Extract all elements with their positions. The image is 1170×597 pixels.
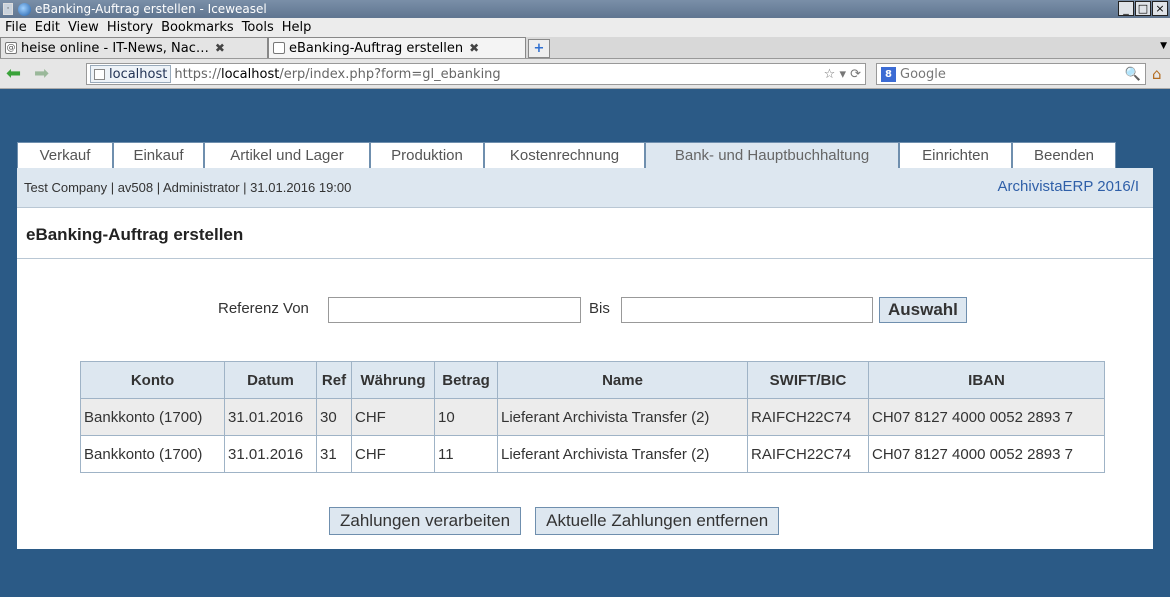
heise-favicon-icon: @: [5, 42, 17, 54]
column-header-swift-bic: SWIFT/BIC: [747, 361, 869, 399]
column-header-datum: Datum: [224, 361, 317, 399]
menu-edit[interactable]: Edit: [35, 20, 60, 35]
menu-bar: File Edit View History Bookmarks Tools H…: [0, 18, 1170, 37]
session-info: Test Company | av508 | Administrator | 3…: [24, 180, 352, 195]
site-identity-icon: [94, 68, 105, 80]
tab-bank-und-hauptbuchhaltung[interactable]: Bank- und Hauptbuchhaltung: [645, 142, 899, 168]
remove-payments-button[interactable]: Aktuelle Zahlungen entfernen: [535, 507, 780, 535]
cell-waehrung: CHF: [351, 435, 435, 473]
site-name: localhost: [109, 66, 168, 82]
menu-file[interactable]: File: [5, 20, 27, 35]
table-row[interactable]: Bankkonto (1700) 31.01.2016 30 CHF 10 Li…: [80, 398, 1105, 436]
menu-bookmarks[interactable]: Bookmarks: [161, 20, 234, 35]
cell-iban: CH07 8127 4000 0052 2893 7: [868, 398, 1105, 436]
cell-konto: Bankkonto (1700): [80, 435, 225, 473]
bookmark-star-icon[interactable]: ☆ ▾ ⟳: [824, 67, 861, 82]
cell-waehrung: CHF: [351, 398, 435, 436]
cell-name: Lieferant Archivista Transfer (2): [497, 435, 748, 473]
window-controls: _ □ ×: [1117, 1, 1168, 16]
forward-arrow-icon[interactable]: ➡: [34, 64, 56, 83]
column-header-waehrung: Währung: [351, 361, 435, 399]
maximize-button[interactable]: □: [1135, 1, 1151, 16]
new-tab-button[interactable]: +: [528, 39, 550, 58]
cell-konto: Bankkonto (1700): [80, 398, 225, 436]
reference-from-input[interactable]: [328, 297, 581, 323]
action-buttons: Zahlungen verarbeiten Aktuelle Zahlungen…: [329, 507, 793, 535]
payments-table: Konto Datum Ref Währung Betrag Name SWIF…: [80, 361, 1105, 473]
reference-filter: Referenz Von Bis Auswahl: [0, 297, 1170, 323]
site-identity-button[interactable]: localhost: [90, 65, 172, 83]
title-divider: [17, 258, 1153, 259]
menu-tools[interactable]: Tools: [242, 20, 274, 35]
cell-swift-bic: RAIFCH22C74: [747, 398, 869, 436]
url-text: https://localhost/erp/index.php?form=gl_…: [174, 67, 500, 82]
page-favicon-icon: [273, 42, 285, 54]
tab-einkauf[interactable]: Einkauf: [113, 142, 204, 168]
cell-betrag: 10: [434, 398, 498, 436]
back-arrow-icon[interactable]: ⬅: [6, 64, 28, 83]
window-titlebar: · eBanking-Auftrag erstellen - Iceweasel…: [0, 0, 1170, 18]
close-button[interactable]: ×: [1152, 1, 1168, 16]
tab-verkauf[interactable]: Verkauf: [17, 142, 113, 168]
browser-tab-heise[interactable]: @ heise online - IT-News, Nac… ✖: [0, 37, 268, 58]
process-payments-button[interactable]: Zahlungen verarbeiten: [329, 507, 522, 535]
app-nav-tabs: Verkauf Einkauf Artikel und Lager Produk…: [17, 142, 1116, 168]
tab-close-icon[interactable]: ✖: [469, 41, 479, 55]
table-header-row: Konto Datum Ref Währung Betrag Name SWIF…: [80, 361, 1105, 399]
cell-ref: 31: [316, 435, 352, 473]
reference-from-label: Referenz Von: [218, 300, 309, 317]
tab-produktion[interactable]: Produktion: [370, 142, 484, 168]
minimize-button[interactable]: _: [1118, 1, 1134, 16]
iceweasel-icon: [18, 2, 31, 16]
reference-to-input[interactable]: [621, 297, 873, 323]
tab-kostenrechnung[interactable]: Kostenrechnung: [484, 142, 645, 168]
home-icon[interactable]: ⌂: [1152, 65, 1162, 83]
cell-datum: 31.01.2016: [224, 398, 317, 436]
url-path: /erp/index.php?form=gl_ebanking: [279, 66, 501, 82]
menu-view[interactable]: View: [68, 20, 99, 35]
url-prefix: https://: [174, 66, 221, 82]
browser-tab-strip: @ heise online - IT-News, Nac… ✖ eBankin…: [0, 37, 1170, 59]
window-title: eBanking-Auftrag erstellen - Iceweasel: [35, 2, 267, 16]
navigation-bar: ⬅ ➡ localhost https://localhost/erp/inde…: [0, 59, 1170, 89]
cell-iban: CH07 8127 4000 0052 2893 7: [868, 435, 1105, 473]
column-header-betrag: Betrag: [434, 361, 498, 399]
product-version-link[interactable]: ArchivistaERP 2016/I: [998, 178, 1139, 195]
menu-help[interactable]: Help: [282, 20, 312, 35]
browser-tab-ebanking[interactable]: eBanking-Auftrag erstellen ✖: [268, 37, 526, 58]
search-placeholder: Google: [900, 66, 946, 82]
column-header-ref: Ref: [316, 361, 352, 399]
column-header-name: Name: [497, 361, 748, 399]
column-header-iban: IBAN: [868, 361, 1105, 399]
cell-swift-bic: RAIFCH22C74: [747, 435, 869, 473]
cell-datum: 31.01.2016: [224, 435, 317, 473]
session-info-bar: Test Company | av508 | Administrator | 3…: [17, 168, 1153, 208]
cell-betrag: 11: [434, 435, 498, 473]
reference-to-label: Bis: [589, 300, 610, 317]
cell-ref: 30: [316, 398, 352, 436]
search-icon[interactable]: 🔍: [1125, 67, 1141, 82]
address-bar[interactable]: localhost https://localhost/erp/index.ph…: [86, 63, 866, 85]
table-row[interactable]: Bankkonto (1700) 31.01.2016 31 CHF 11 Li…: [80, 435, 1105, 473]
tab-list-chevron-icon[interactable]: ▼: [1160, 41, 1167, 51]
select-button[interactable]: Auswahl: [879, 297, 967, 323]
column-header-konto: Konto: [80, 361, 225, 399]
window-menu-button[interactable]: ·: [3, 3, 13, 15]
search-engine-icon[interactable]: 8: [881, 66, 896, 82]
tab-beenden[interactable]: Beenden: [1012, 142, 1116, 168]
cell-name: Lieferant Archivista Transfer (2): [497, 398, 748, 436]
tab-einrichten[interactable]: Einrichten: [899, 142, 1012, 168]
url-host: localhost: [220, 66, 280, 82]
tab-close-icon[interactable]: ✖: [215, 41, 225, 55]
tab-artikel-und-lager[interactable]: Artikel und Lager: [204, 142, 370, 168]
page-title: eBanking-Auftrag erstellen: [26, 225, 244, 244]
browser-tab-label: eBanking-Auftrag erstellen: [289, 40, 464, 56]
menu-history[interactable]: History: [107, 20, 153, 35]
search-bar[interactable]: 8 Google 🔍: [876, 63, 1146, 85]
browser-tab-label: heise online - IT-News, Nac…: [21, 40, 209, 56]
